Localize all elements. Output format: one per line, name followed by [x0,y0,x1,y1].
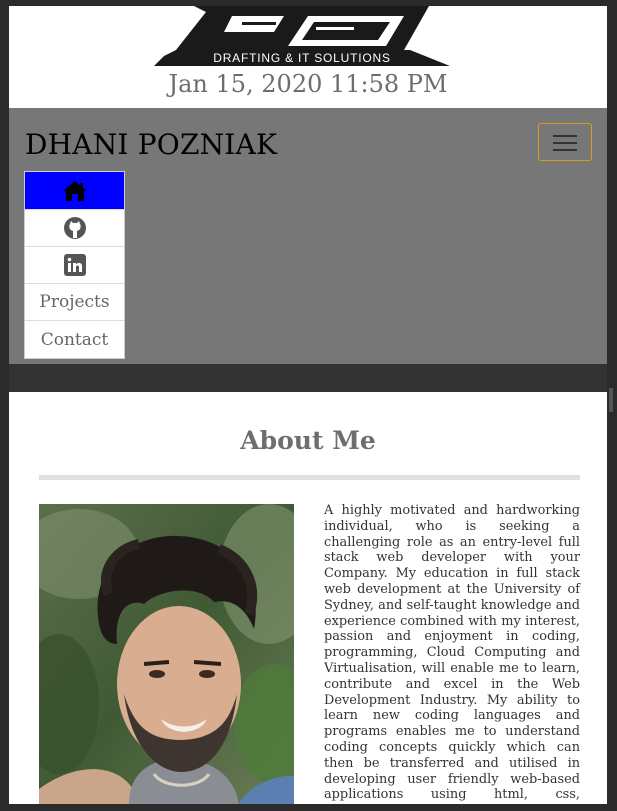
nav-menu: Projects Contact [24,171,125,359]
title-divider [39,475,580,480]
logo[interactable]: DRAFTING & IT SOLUTIONS [154,6,450,66]
profile-photo-graphic [39,504,294,804]
logo-graphic: DRAFTING & IT SOLUTIONS [154,6,450,66]
nav-item-home[interactable] [25,172,124,210]
about-section: About Me A highly motivated and hardwork… [9,392,607,804]
github-icon [63,217,86,239]
home-icon [62,180,87,201]
navbar: DHANI POZNIAK Projects Contact [9,108,607,364]
nav-item-contact[interactable]: Contact [25,321,124,358]
nav-item-projects[interactable]: Projects [25,284,124,321]
navbar-toggler-button[interactable] [538,123,592,161]
site-header: DRAFTING & IT SOLUTIONS Jan 15, 2020 11:… [9,6,607,108]
linkedin-icon [63,254,86,276]
browser-viewport: DRAFTING & IT SOLUTIONS Jan 15, 2020 11:… [9,6,607,804]
current-datetime: Jan 15, 2020 11:58 PM [168,70,448,98]
nav-bottom-bar [9,364,607,392]
hamburger-icon-line [553,142,577,144]
nav-item-linkedin[interactable] [25,247,124,284]
hamburger-icon [553,135,577,137]
hamburger-icon-line [553,149,577,151]
nav-item-github[interactable] [25,210,124,247]
navbar-brand[interactable]: DHANI POZNIAK [25,128,277,161]
about-bio-text: A highly motivated and hardworking indiv… [324,503,580,804]
profile-photo [39,504,294,804]
logo-text: DRAFTING & IT SOLUTIONS [213,51,391,65]
scrollbar[interactable] [609,388,613,412]
about-title: About Me [240,426,376,455]
